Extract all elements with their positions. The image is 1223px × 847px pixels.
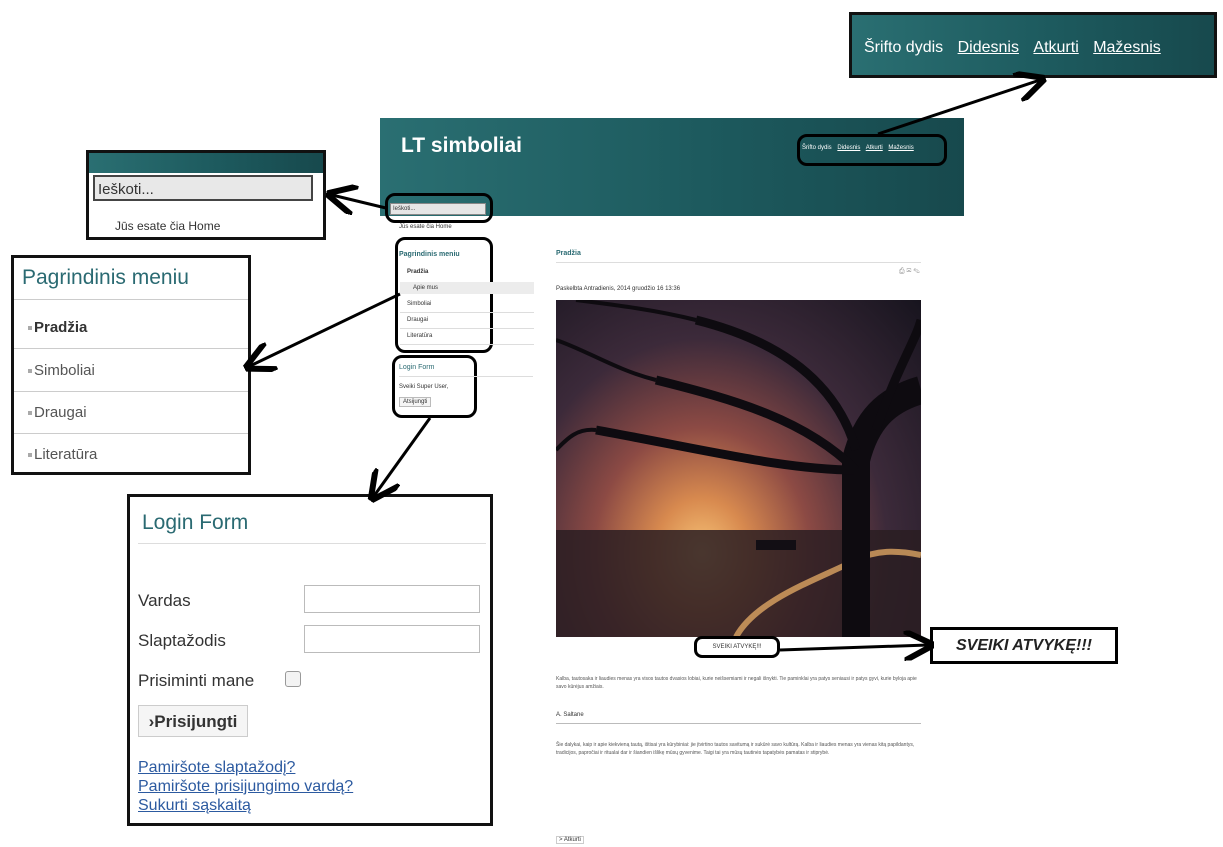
arrow-to-font-callout — [877, 80, 1040, 136]
arrow-to-login-callout — [374, 417, 432, 496]
arrow-to-menu-callout — [250, 292, 401, 366]
arrow-to-search-callout — [332, 195, 387, 208]
arrow-to-welcome-callout — [779, 645, 928, 650]
callout-arrows — [0, 0, 1223, 847]
